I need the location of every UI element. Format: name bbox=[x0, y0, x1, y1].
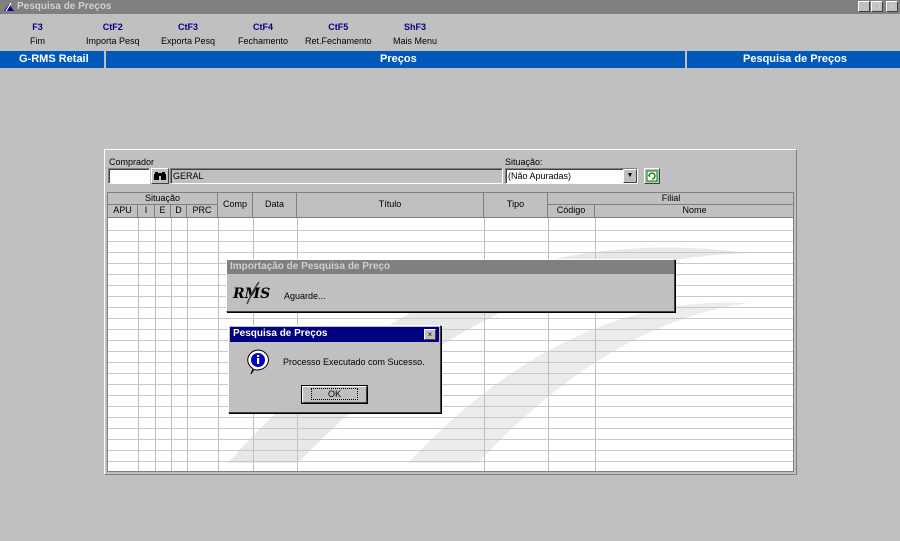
table-row[interactable] bbox=[108, 329, 793, 330]
table-row[interactable] bbox=[108, 384, 793, 385]
toolbar-ctf2[interactable]: CtF2 Importa Pesq bbox=[86, 22, 140, 46]
toolbar-shf3[interactable]: ShF3 Mais Menu bbox=[393, 22, 437, 46]
toolbar-label: Importa Pesq bbox=[86, 36, 140, 46]
toolbar-key: CtF3 bbox=[178, 22, 199, 32]
table-row[interactable] bbox=[108, 373, 793, 374]
grid-line bbox=[484, 218, 485, 471]
message-box-close-button[interactable]: × bbox=[424, 329, 436, 340]
comprador-label: Comprador bbox=[109, 157, 155, 167]
header-module: Preços bbox=[380, 53, 417, 65]
restore-button[interactable]: ❐ bbox=[871, 1, 883, 12]
grid-line bbox=[171, 218, 172, 471]
message-box-title: Pesquisa de Preços bbox=[230, 327, 439, 342]
situacao-label: Situação: bbox=[505, 157, 543, 167]
grid-line bbox=[218, 218, 219, 471]
grid-line bbox=[548, 218, 549, 471]
toolbar-label: Exporta Pesq bbox=[161, 36, 216, 46]
col-codigo[interactable]: Código bbox=[548, 205, 595, 218]
col-titulo[interactable]: Título bbox=[297, 193, 484, 218]
table-row[interactable] bbox=[108, 230, 793, 231]
import-dialog: Importação de Pesquisa de Preço RMS Agua… bbox=[226, 259, 675, 312]
close-icon: × bbox=[427, 330, 433, 339]
header-screen: Pesquisa de Preços bbox=[743, 53, 847, 65]
toolbar-label: Mais Menu bbox=[393, 36, 438, 46]
toolbar-key: CtF2 bbox=[102, 22, 123, 32]
header-group-filial: Filial bbox=[548, 193, 793, 205]
ok-button[interactable]: OK bbox=[301, 385, 368, 404]
col-e[interactable]: E bbox=[155, 205, 171, 218]
table-row[interactable] bbox=[108, 428, 793, 429]
window-title-bar: Pesquisa de Preços _ ❐ × bbox=[0, 0, 900, 14]
table-row[interactable] bbox=[108, 252, 793, 253]
situacao-select[interactable]: (Não Apuradas) bbox=[505, 168, 638, 184]
refresh-icon bbox=[646, 170, 658, 182]
binoculars-icon bbox=[154, 172, 166, 180]
table-row[interactable] bbox=[108, 241, 793, 242]
col-prc[interactable]: PRC bbox=[187, 205, 218, 218]
header-app: G-RMS Retail bbox=[19, 53, 89, 65]
import-dialog-title: Importação de Pesquisa de Preço bbox=[227, 260, 674, 274]
minimize-button[interactable]: _ bbox=[858, 1, 870, 12]
col-apu[interactable]: APU bbox=[108, 205, 138, 218]
info-icon bbox=[247, 349, 269, 375]
comprador-name-field: GERAL bbox=[170, 168, 503, 184]
table-row[interactable] bbox=[108, 362, 793, 363]
header-group-situacao: Situação bbox=[108, 193, 218, 205]
message-box-text: Processo Executado com Sucesso. bbox=[283, 357, 425, 367]
toolbar-key: CtF4 bbox=[253, 22, 274, 32]
col-comp[interactable]: Comp bbox=[218, 193, 253, 218]
toolbar-label: Fechamento bbox=[238, 36, 289, 46]
table-row[interactable] bbox=[108, 318, 793, 319]
toolbar-ctf4[interactable]: CtF4 Fechamento bbox=[238, 22, 288, 46]
toolbar-ctf3[interactable]: CtF3 Exporta Pesq bbox=[161, 22, 215, 46]
import-dialog-message: Aguarde... bbox=[284, 291, 326, 301]
table-row[interactable] bbox=[108, 417, 793, 418]
close-button[interactable]: × bbox=[886, 1, 898, 12]
situacao-value: (Não Apuradas) bbox=[508, 171, 572, 181]
grid-line bbox=[138, 218, 139, 471]
grid-line bbox=[187, 218, 188, 471]
table-row[interactable] bbox=[108, 461, 793, 462]
toolbar-key: F3 bbox=[32, 22, 43, 32]
situacao-dropdown-button[interactable]: ▼ bbox=[623, 169, 637, 183]
col-data[interactable]: Data bbox=[253, 193, 297, 218]
window-title: Pesquisa de Preços bbox=[17, 1, 112, 12]
header-separator bbox=[104, 51, 106, 68]
results-grid[interactable]: Situação APU I E D PRC Comp Data Título … bbox=[107, 192, 794, 472]
chevron-down-icon: ▼ bbox=[626, 172, 634, 179]
col-tipo[interactable]: Tipo bbox=[484, 193, 548, 218]
binoculars-search-button[interactable] bbox=[151, 168, 169, 184]
header-bar: G-RMS Retail Preços Pesquisa de Preços bbox=[0, 51, 900, 68]
toolbar-key: CtF5 bbox=[328, 22, 349, 32]
message-box: Pesquisa de Preços × Processo Executado … bbox=[228, 325, 441, 413]
toolbar-ctf5[interactable]: CtF5 Ret.Fechamento bbox=[305, 22, 372, 46]
rms-logo-swoosh-icon bbox=[246, 281, 260, 305]
ok-label: OK bbox=[310, 388, 358, 400]
col-nome[interactable]: Nome bbox=[595, 205, 793, 218]
toolbar-f3[interactable]: F3 Fim bbox=[30, 22, 45, 46]
header-separator bbox=[685, 51, 687, 68]
col-i[interactable]: I bbox=[138, 205, 155, 218]
toolbar-label: Ret.Fechamento bbox=[305, 36, 372, 46]
table-row[interactable] bbox=[108, 406, 793, 407]
col-d[interactable]: D bbox=[171, 205, 187, 218]
grid-line bbox=[595, 218, 596, 471]
app-icon bbox=[4, 2, 14, 12]
table-row[interactable] bbox=[108, 340, 793, 341]
table-row[interactable] bbox=[108, 395, 793, 396]
table-row[interactable] bbox=[108, 439, 793, 440]
table-row[interactable] bbox=[108, 351, 793, 352]
comprador-code-input[interactable] bbox=[108, 168, 150, 184]
grid-line bbox=[155, 218, 156, 471]
toolbar-key: ShF3 bbox=[404, 22, 427, 32]
toolbar-label: Fim bbox=[30, 36, 45, 46]
refresh-button[interactable] bbox=[644, 168, 660, 184]
table-row[interactable] bbox=[108, 450, 793, 451]
